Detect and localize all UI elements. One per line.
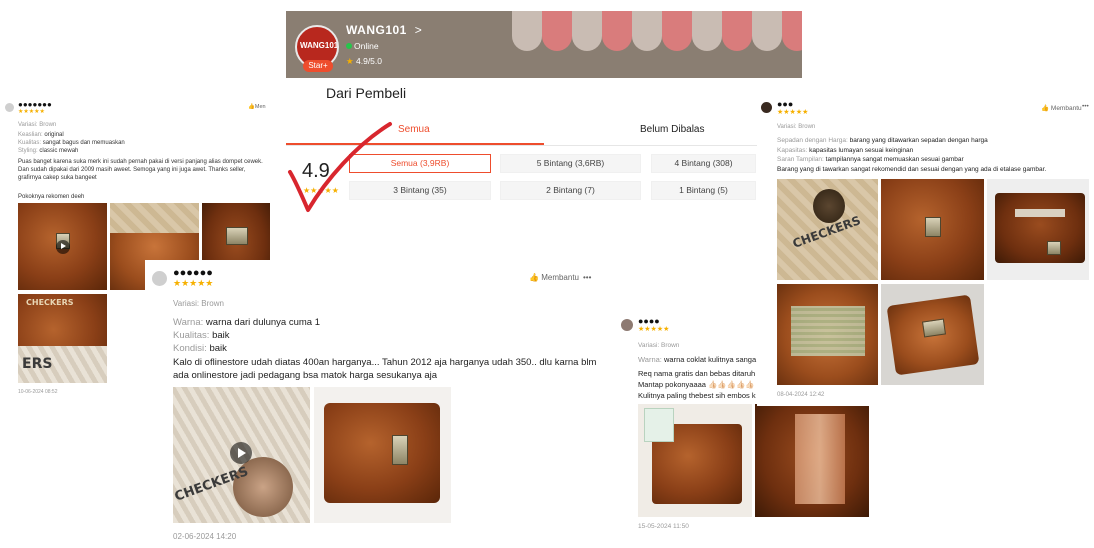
review-photo[interactable]: CHECKERS <box>173 387 310 523</box>
shop-badge: Star+ <box>303 60 333 72</box>
play-icon <box>230 442 252 464</box>
review-attr-list: Sepadan dengan Harga: barang yang ditawa… <box>777 136 1087 165</box>
helpful-button[interactable]: 👍 Membantu <box>529 273 579 282</box>
reviewer-avatar[interactable] <box>5 103 14 112</box>
thumbs-up-icon: 👍 <box>529 273 539 282</box>
section-title: Dari Pembeli <box>326 85 407 101</box>
star-icon: ★ <box>346 56 354 66</box>
review-date: 08-04-2024 12:42 <box>777 392 825 398</box>
photo-brand-text: CHECKERS <box>26 298 74 307</box>
play-icon <box>55 239 70 254</box>
review-stars: ★★★★★ <box>173 278 214 288</box>
filter-2-star[interactable]: 2 Bintang (7) <box>500 181 641 200</box>
shop-header[interactable]: WANG101 Star+ WANG101 > Online ★ 4.9/5.0 <box>286 11 802 78</box>
review-attr-list: Warna: warna dari dulunya cuma 1 Kualita… <box>173 316 320 355</box>
shop-avatar-text: WANG101 <box>300 41 339 50</box>
shop-rating: ★ 4.9/5.0 <box>346 56 382 66</box>
review-photo[interactable] <box>777 284 878 385</box>
more-options-button[interactable]: ••• <box>583 273 591 282</box>
review-attr-list: Keaslian: original Kualitas: sangat bagu… <box>18 131 268 155</box>
review-photo[interactable] <box>314 387 451 523</box>
online-dot-icon <box>346 43 352 49</box>
review-attr: Keaslian: original <box>18 132 64 138</box>
tab-unreplied[interactable]: Belum Dibalas <box>640 124 704 135</box>
tab-all[interactable]: Semua <box>398 124 430 135</box>
filter-4-star[interactable]: 4 Bintang (308) <box>651 154 756 173</box>
review-date: 15-05-2024 11:50 <box>638 523 689 530</box>
review-card-center: ●●●●●● ★★★★★ 👍 Membantu ••• Variasi: Bro… <box>145 260 605 548</box>
review-stars: ★★★★★ <box>777 109 809 116</box>
review-variant: Variasi: Brown <box>777 124 816 130</box>
reviewer-avatar[interactable] <box>152 271 167 286</box>
review-attr: Saran Tampilan: tampilannya sangat memua… <box>777 156 964 163</box>
review-date: 02-06-2024 14:20 <box>173 532 237 541</box>
review-attr: Warna: warna dari dulunya cuma 1 <box>173 317 320 328</box>
check-mark-icon <box>288 122 392 212</box>
helpful-button[interactable]: 👍Men <box>248 104 266 110</box>
review-photo[interactable]: CHECKERS ERS <box>18 294 107 383</box>
review-photo[interactable] <box>18 203 107 290</box>
review-variant: Variasi: Brown <box>18 122 57 128</box>
review-photo[interactable] <box>881 284 984 385</box>
shop-online-status: Online <box>346 41 379 51</box>
filter-5-star[interactable]: 5 Bintang (3,6RB) <box>500 154 641 173</box>
review-date: 10-06-2024 08:52 <box>18 389 58 395</box>
review-photo[interactable]: CHECKERS <box>777 179 878 280</box>
helpful-button[interactable]: 👍 Membantu <box>1041 104 1082 112</box>
reviewer-avatar[interactable] <box>621 319 633 331</box>
review-stars: ★★★★★ <box>18 109 45 115</box>
review-photo[interactable] <box>987 179 1089 280</box>
review-attr: Kondisi: baik <box>173 343 227 354</box>
review-attr: Kualitas: sangat bagus dan memuaskan <box>18 140 125 146</box>
review-attr: Kualitas: baik <box>173 330 230 341</box>
review-stars: ★★★★★ <box>638 326 670 333</box>
review-variant: Variasi: Brown <box>638 342 680 349</box>
review-photo[interactable] <box>638 404 752 517</box>
review-attr: Styling: classic mewah <box>18 148 79 154</box>
review-footer-line: Pokoknya rekomen deeh <box>18 194 85 200</box>
chevron-right-icon: > <box>414 23 423 37</box>
review-card-right: ●●● ★★★★★ 👍 Membantu ••• Variasi: Brown … <box>757 96 1094 406</box>
review-body: Kalo di oflinestore udah diatas 400an ha… <box>173 357 597 381</box>
shop-name[interactable]: WANG101 > <box>346 23 422 37</box>
review-variant: Variasi: Brown <box>173 299 224 308</box>
review-attr: Kapasitas: kapasitas lumayan sesuai kein… <box>777 146 914 154</box>
review-photo[interactable] <box>755 404 869 517</box>
reviewer-avatar[interactable] <box>761 102 772 113</box>
review-attr: Sepadan dengan Harga: barang yang ditawa… <box>777 137 988 144</box>
photo-brand-text: ERS <box>22 356 53 372</box>
more-options-button[interactable]: ••• <box>1082 103 1089 110</box>
thumbs-up-icon: 👍 <box>248 104 255 110</box>
review-photo[interactable] <box>881 179 984 280</box>
review-body: Barang yang di tawarkan sangat rekomendi… <box>777 166 1047 173</box>
filter-1-star[interactable]: 1 Bintang (5) <box>651 181 756 200</box>
thumbs-up-icon: 👍 <box>1041 105 1050 112</box>
review-body: Puas banget karena suka merk ini sudah p… <box>18 159 263 181</box>
